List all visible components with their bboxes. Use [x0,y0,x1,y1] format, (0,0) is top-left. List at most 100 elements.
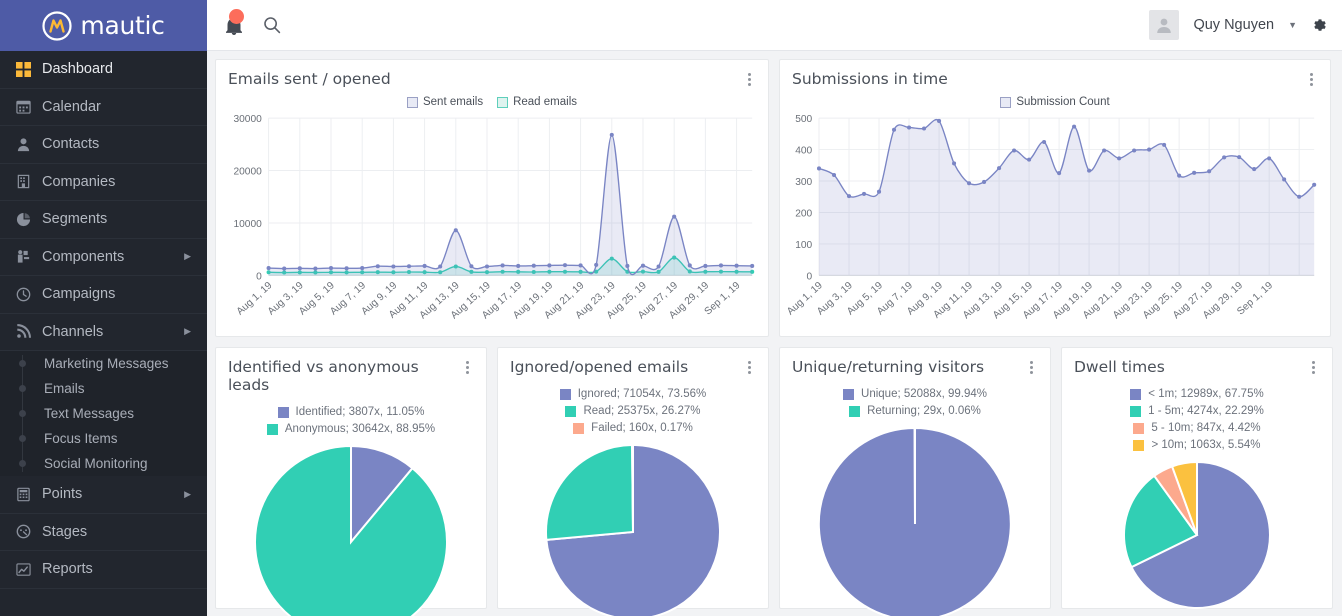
sidebar-item-components[interactable]: Components ▶ [0,239,207,276]
sidebar-item-contacts[interactable]: Contacts [0,126,207,164]
pie-slice-anonymous[interactable] [254,444,448,616]
data-point[interactable] [922,126,927,131]
sidebar-item-companies[interactable]: Companies [0,164,207,201]
legend-item-5-10m[interactable]: 5 - 10m; 847x, 4.42% [1133,422,1261,434]
data-point[interactable] [1027,157,1032,162]
chevron-right-icon[interactable]: ▶ [177,326,191,337]
data-point[interactable] [937,118,942,123]
sidebar-item-calendar[interactable]: Calendar [0,89,207,126]
sidebar-subitem-social-monitoring[interactable]: Social Monitoring [0,451,207,476]
data-point[interactable] [846,194,852,199]
data-point[interactable] [375,264,380,269]
data-point[interactable] [625,263,630,269]
data-point[interactable] [876,189,882,194]
data-point[interactable] [1267,156,1272,161]
sidebar-item-points[interactable]: Points ▶ [0,476,207,514]
data-point[interactable] [982,179,987,185]
bell-icon[interactable] [223,9,245,38]
sidebar-item-stages[interactable]: Stages [0,514,207,551]
data-point[interactable] [328,266,334,271]
chevron-right-icon[interactable]: ▶ [177,251,191,262]
data-point[interactable] [1297,194,1302,199]
sidebar-item-campaigns[interactable]: Campaigns [0,276,207,314]
data-point[interactable] [1087,168,1092,173]
data-point[interactable] [907,125,912,130]
data-point[interactable] [1237,155,1242,160]
data-point[interactable] [1192,170,1197,175]
data-point[interactable] [750,263,755,269]
legend-item-returning[interactable]: Returning; 29x, 0.06% [849,405,981,417]
pie-slice-failed[interactable] [631,443,634,533]
data-point[interactable] [282,266,287,271]
search-icon[interactable] [263,16,281,34]
data-point[interactable] [1162,142,1167,147]
data-point[interactable] [562,263,568,268]
data-point[interactable] [1222,155,1227,160]
sidebar-item-segments[interactable]: Segments [0,201,207,239]
kebab-menu-icon[interactable] [1306,358,1320,376]
kebab-menu-icon[interactable] [460,358,474,376]
data-point[interactable] [360,266,365,271]
data-point[interactable] [703,263,708,269]
legend-item-sent-emails[interactable]: Sent emails [406,96,483,108]
data-point[interactable] [997,166,1002,171]
avatar[interactable] [1149,10,1180,40]
data-point[interactable] [484,264,490,269]
data-point[interactable] [438,264,443,269]
data-point[interactable] [1012,148,1017,153]
data-point[interactable] [967,181,972,186]
data-point[interactable] [313,266,318,271]
legend-item--10m[interactable]: > 10m; 1063x, 5.54% [1133,439,1261,451]
sidebar-subitem-marketing-messages[interactable]: Marketing Messages [0,351,207,376]
legend-item-failed[interactable]: Failed; 160x, 0.17% [573,422,693,434]
pie-slice-read[interactable] [545,443,635,541]
data-point[interactable] [891,127,897,132]
data-point[interactable] [531,263,536,268]
data-point[interactable] [609,132,614,137]
kebab-menu-icon[interactable] [1304,70,1318,88]
gear-icon[interactable] [1311,17,1328,34]
data-point[interactable] [391,264,396,269]
legend-item-anonymous[interactable]: Anonymous; 30642x, 88.95% [266,423,435,435]
brand-logo-area[interactable]: mautic [0,0,207,51]
data-point[interactable] [831,173,837,178]
data-point[interactable] [687,263,692,268]
legend-item--1m[interactable]: < 1m; 12989x, 67.75% [1130,388,1264,400]
legend-item-submission-count[interactable]: Submission Count [1000,96,1110,108]
data-point[interactable] [516,263,521,269]
data-point[interactable] [1252,167,1257,172]
legend-item-unique[interactable]: Unique; 52088x, 99.94% [843,388,987,400]
legend-item-identified[interactable]: Identified; 3807x, 11.05% [277,406,424,418]
data-point[interactable] [547,263,552,268]
sidebar-item-dashboard[interactable]: Dashboard [0,51,207,89]
data-point[interactable] [266,266,271,271]
data-point[interactable] [1282,177,1287,182]
kebab-menu-icon[interactable] [1024,358,1038,376]
data-point[interactable] [500,263,505,268]
data-point[interactable] [594,262,599,267]
data-point[interactable] [1312,182,1317,187]
legend-item-read-emails[interactable]: Read emails [497,96,577,108]
data-point[interactable] [344,266,349,271]
sidebar-subitem-emails[interactable]: Emails [0,376,207,401]
data-point[interactable] [672,214,677,219]
data-point[interactable] [1177,173,1182,178]
data-point[interactable] [453,228,458,233]
legend-item-read[interactable]: Read; 25375x, 26.27% [565,405,701,417]
chevron-right-icon[interactable]: ▶ [177,489,191,500]
data-point[interactable] [1132,148,1137,153]
data-point[interactable] [1072,124,1077,129]
data-point[interactable] [734,263,739,268]
data-point[interactable] [1117,156,1122,161]
kebab-menu-icon[interactable] [742,70,756,88]
data-point[interactable] [640,263,646,268]
data-point[interactable] [1042,139,1047,145]
sidebar-subitem-text-messages[interactable]: Text Messages [0,401,207,426]
data-point[interactable] [861,191,867,196]
kebab-menu-icon[interactable] [742,358,756,376]
data-point[interactable] [406,264,412,269]
data-point[interactable] [952,161,957,166]
data-point[interactable] [297,266,302,271]
sidebar-item-reports[interactable]: Reports [0,551,207,589]
data-point[interactable] [1147,147,1152,152]
